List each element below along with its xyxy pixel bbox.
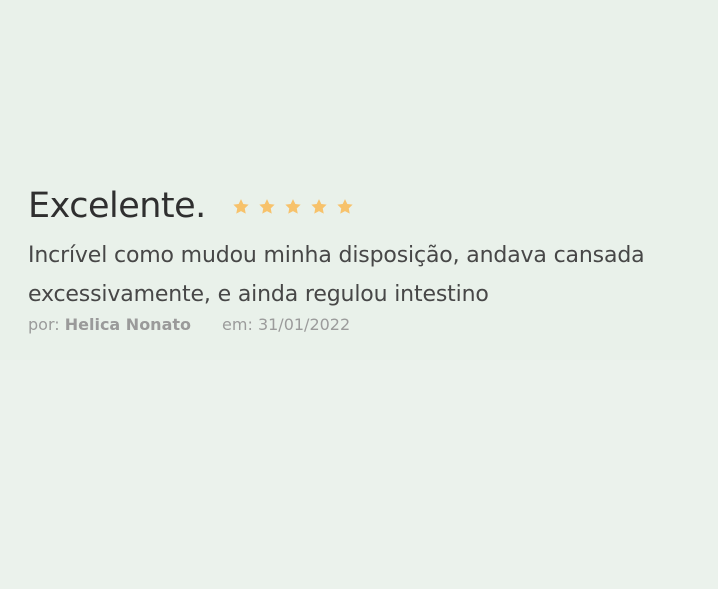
date-block: em: 31/01/2022 [222, 314, 350, 336]
review-body: Incrível como mudou minha disposição, an… [28, 243, 645, 307]
author-prefix: por: [28, 315, 60, 334]
author-block: por: Helica Nonato [28, 314, 191, 336]
review-title: Excelente. [28, 186, 206, 226]
star-icon [310, 198, 328, 216]
date-prefix: em: [222, 315, 253, 334]
author-name: Helica Nonato [64, 315, 192, 334]
review-header: Excelente. [28, 184, 708, 228]
star-icon [284, 198, 302, 216]
review-date: 31/01/2022 [257, 315, 351, 334]
star-icon [336, 198, 354, 216]
star-icon [232, 198, 250, 216]
star-rating [232, 198, 354, 216]
star-icon [258, 198, 276, 216]
review-item: Excelente. Incrível como mudou minha dis… [28, 184, 708, 336]
review-meta: por: Helica Nonato em: 31/01/2022 [28, 314, 708, 336]
